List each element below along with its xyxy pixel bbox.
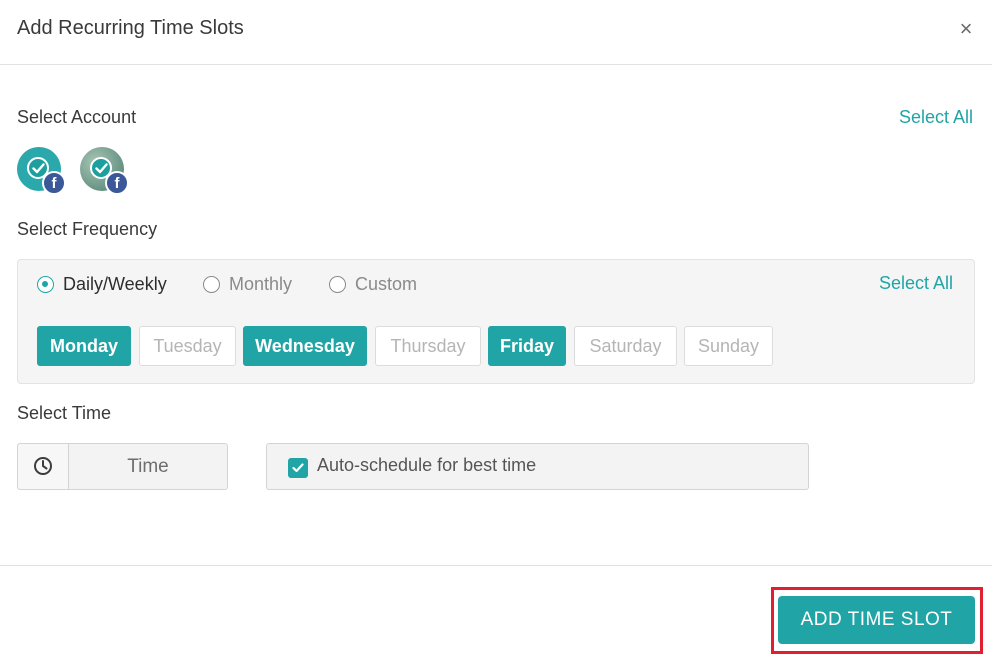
select-all-accounts-link[interactable]: Select All [899, 107, 973, 128]
checkbox-checked-icon[interactable] [288, 458, 308, 478]
radio-custom[interactable]: Custom [329, 272, 417, 296]
clock-icon[interactable] [18, 444, 69, 489]
radio-icon [329, 275, 346, 293]
footer-divider [0, 565, 992, 566]
day-friday[interactable]: Friday [488, 326, 566, 366]
radio-label: Daily/Weekly [63, 273, 167, 294]
radio-label: Monthly [229, 273, 293, 294]
radio-icon [37, 275, 54, 293]
auto-schedule-option[interactable]: Auto-schedule for best time [266, 443, 809, 490]
radio-icon [203, 275, 220, 293]
radio-label: Custom [355, 273, 418, 294]
radio-monthly[interactable]: Monthly [203, 272, 292, 296]
day-saturday[interactable]: Saturday [574, 326, 677, 366]
select-account-label: Select Account [17, 107, 137, 127]
day-wednesday[interactable]: Wednesday [243, 326, 367, 366]
time-picker[interactable]: Time [17, 443, 228, 490]
facebook-icon: f [105, 171, 129, 195]
select-all-days-link[interactable]: Select All [879, 273, 953, 294]
dialog-title: Add Recurring Time Slots [17, 17, 244, 39]
day-monday[interactable]: Monday [37, 326, 131, 366]
account-avatar-1[interactable]: f [17, 147, 66, 195]
day-tuesday[interactable]: Tuesday [139, 326, 236, 366]
facebook-icon: f [42, 171, 66, 195]
time-input[interactable]: Time [69, 444, 227, 489]
day-thursday[interactable]: Thursday [375, 326, 481, 366]
add-time-slot-button[interactable]: ADD TIME SLOT [778, 596, 975, 644]
radio-daily-weekly[interactable]: Daily/Weekly [37, 272, 167, 296]
select-frequency-label: Select Frequency [17, 219, 158, 239]
auto-schedule-label: Auto-schedule for best time [317, 455, 537, 475]
dialog-header: Add Recurring Time Slots × [0, 0, 992, 65]
close-icon[interactable]: × [956, 18, 976, 40]
day-sunday[interactable]: Sunday [684, 326, 773, 366]
select-time-label: Select Time [17, 403, 112, 423]
account-avatar-2[interactable]: f [80, 147, 129, 195]
